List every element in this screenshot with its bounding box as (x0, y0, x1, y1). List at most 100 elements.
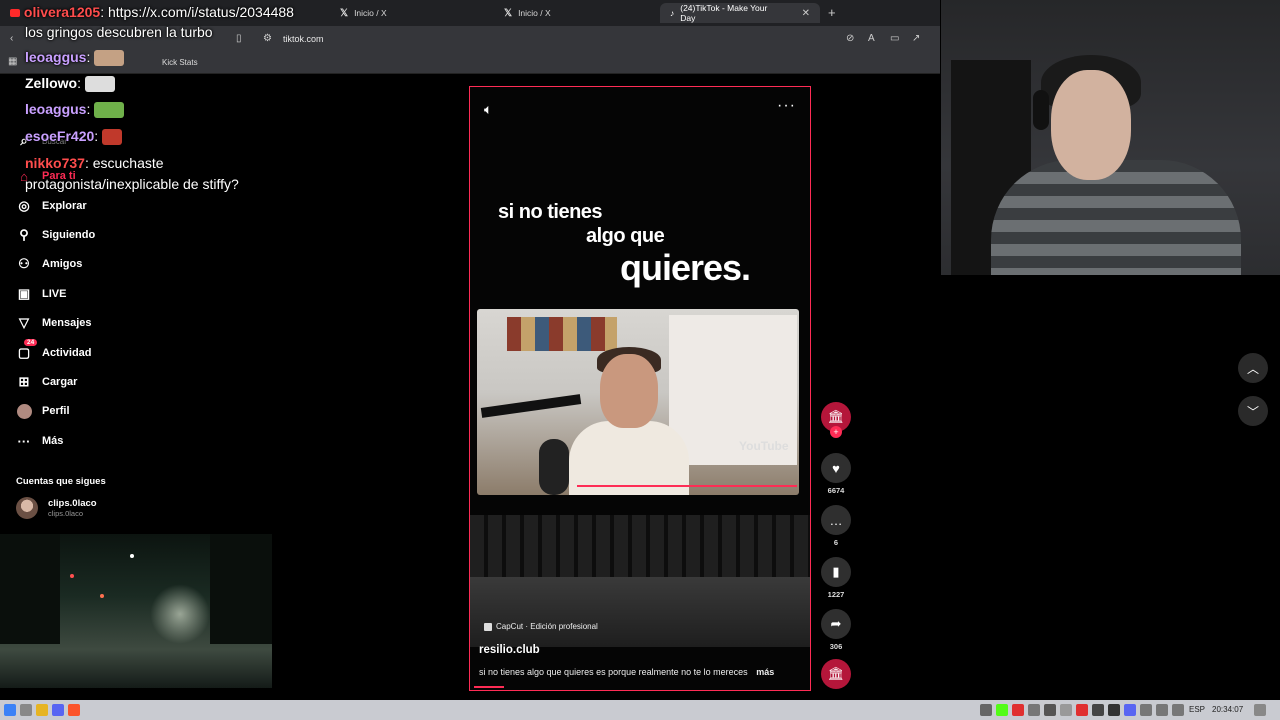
clock[interactable]: 20:34:07 (1212, 705, 1243, 714)
chat-message: Zellowo: (25, 75, 115, 93)
sidebar-item-label: Amigos (42, 258, 83, 270)
chat-text: los gringos descubren la turbo (25, 24, 213, 40)
more-icon: ··· (17, 433, 31, 449)
webcam-overlay (941, 0, 1280, 275)
tray-icon[interactable] (996, 704, 1008, 716)
sidebar-item-label: Perfil (42, 405, 70, 417)
bookmark-icon[interactable]: ▯ (236, 33, 242, 44)
previous-video-button[interactable]: ︿ (1238, 353, 1268, 383)
back-icon[interactable]: ‹ (10, 33, 13, 44)
creator-avatar-button[interactable]: 🏛︎ + (820, 402, 852, 438)
traffic-light-image (70, 574, 74, 578)
url-field[interactable]: tiktok.com (283, 34, 324, 44)
tray-icon[interactable] (1012, 704, 1024, 716)
more-link[interactable]: más (756, 667, 774, 677)
headset-image (1033, 90, 1049, 130)
compass-icon: ◎ (18, 198, 30, 213)
sidebar-item-siguiendo[interactable]: ⚲ Siguiendo (16, 227, 95, 243)
capcut-tag[interactable]: CapCut · Edición profesional (484, 622, 598, 631)
language-indicator[interactable]: ESP (1189, 705, 1205, 714)
comment-count: 6 (833, 538, 839, 547)
tray-icon[interactable] (1092, 704, 1104, 716)
tray-icon[interactable] (980, 704, 992, 716)
discord-icon[interactable] (52, 704, 64, 716)
network-icon[interactable] (1156, 704, 1168, 716)
building-image (210, 534, 272, 644)
follow-plus-icon[interactable]: + (830, 426, 842, 438)
translate-icon[interactable]: A (868, 33, 875, 44)
sidebar-item-live[interactable]: ▣ LIVE (16, 286, 67, 302)
sidebar-item-label: LIVE (42, 288, 67, 300)
laptop-image (470, 577, 810, 647)
volume-icon[interactable]: 🔈︎ (484, 101, 492, 118)
chevron-up-icon: ︿ (1246, 361, 1259, 376)
youtube-icon (10, 9, 20, 18)
tiktok-logo-icon: ♪ (670, 8, 675, 18)
streamer-body-image (991, 160, 1241, 275)
chat-text: : https://x.com/i/status/2034488 (100, 4, 294, 20)
share-icon[interactable]: ↗ (912, 33, 920, 44)
followed-account[interactable]: clips.0laco clips.0laco (16, 497, 97, 519)
frog-emote-image (94, 102, 125, 119)
like-count: 6674 (827, 486, 845, 495)
search-taskbar-icon[interactable] (20, 704, 32, 716)
microphone-image (539, 439, 569, 495)
tab-x-1[interactable]: 𝕏 Inicio / X (330, 3, 397, 23)
brave-icon[interactable] (68, 704, 80, 716)
video-player[interactable]: 🔈︎ ··· si no tienes algo que quieres. Yo… (469, 86, 811, 691)
person-head-image (600, 354, 658, 428)
volume-tray-icon[interactable] (1172, 704, 1184, 716)
chat-message: nikko737: escuchaste (25, 155, 164, 171)
sidebar-item-actividad[interactable]: ▢ 24 Actividad (16, 339, 92, 361)
discord-tray-icon[interactable] (1124, 704, 1136, 716)
sidebar-item-explorar[interactable]: ◎ Explorar (16, 198, 86, 214)
site-info-icon[interactable]: ⚙ (263, 33, 272, 44)
no-tracking-icon[interactable]: ⊘ (846, 33, 854, 44)
notification-icon[interactable] (1254, 704, 1266, 716)
share-button[interactable]: ➦ 306 (820, 609, 852, 651)
bookmark-kick-stats[interactable]: Kick Stats (162, 58, 198, 67)
video-progress-bar[interactable] (474, 686, 504, 688)
streamer-face-image (1051, 70, 1131, 180)
live-icon: ▣ (17, 286, 31, 301)
next-video-button[interactable]: ﹀ (1238, 396, 1268, 426)
apps-grid-icon[interactable]: ▦ (8, 56, 17, 67)
x-logo-icon: 𝕏 (504, 7, 513, 19)
tab-x-2[interactable]: 𝕏 Inicio / X (494, 3, 561, 23)
new-tab-button[interactable]: + (828, 5, 836, 20)
save-button[interactable]: ▮ 1227 (820, 557, 852, 599)
sidebar-item-cargar[interactable]: ⊞ Cargar (16, 374, 78, 390)
more-options-icon[interactable]: ··· (777, 97, 796, 115)
like-button[interactable]: ♥ 6674 (820, 453, 852, 495)
comment-button[interactable]: … 6 (820, 505, 852, 547)
tray-icon[interactable] (1028, 704, 1040, 716)
bookmarks-bar: ▦ Kick Stats (0, 52, 940, 74)
sidebar-item-mensajes[interactable]: ▽ Mensajes (16, 315, 92, 331)
close-tab-icon[interactable]: ✕ (802, 8, 810, 19)
folder-icon[interactable] (36, 704, 48, 716)
tray-icon[interactable] (1060, 704, 1072, 716)
light-glow-image (150, 584, 210, 644)
video-author[interactable]: resilio.club (479, 644, 540, 656)
music-disc-button[interactable]: 🏛︎ (820, 659, 852, 689)
chat-username: olivera1205 (23, 4, 101, 20)
usb-icon[interactable] (1140, 704, 1152, 716)
video-description: si no tienes algo que quieres es porque … (479, 667, 774, 677)
sidebar-item-mas[interactable]: ··· Más (16, 433, 64, 449)
chat-username: leoaggus (25, 101, 87, 117)
tab-tiktok[interactable]: ♪ (24)TikTok - Make Your Day ✕ (660, 3, 820, 23)
emote-image (94, 50, 125, 67)
record-icon[interactable] (1076, 704, 1088, 716)
chat-text: : (94, 128, 99, 144)
sidebar-item-perfil[interactable]: Perfil (16, 403, 70, 419)
emote-image (102, 129, 123, 146)
sidebar-item-amigos[interactable]: ⚇ Amigos (16, 256, 82, 272)
share-count: 306 (829, 642, 843, 651)
github-icon[interactable] (1108, 704, 1120, 716)
start-icon[interactable] (4, 704, 16, 716)
tray-icon[interactable] (1044, 704, 1056, 716)
screen-icon[interactable]: ▭ (890, 33, 899, 44)
bank-icon: 🏛︎ (821, 659, 851, 689)
sidebar-item-label: Cargar (42, 376, 78, 388)
sidebar-item-label: Mensajes (42, 317, 92, 329)
